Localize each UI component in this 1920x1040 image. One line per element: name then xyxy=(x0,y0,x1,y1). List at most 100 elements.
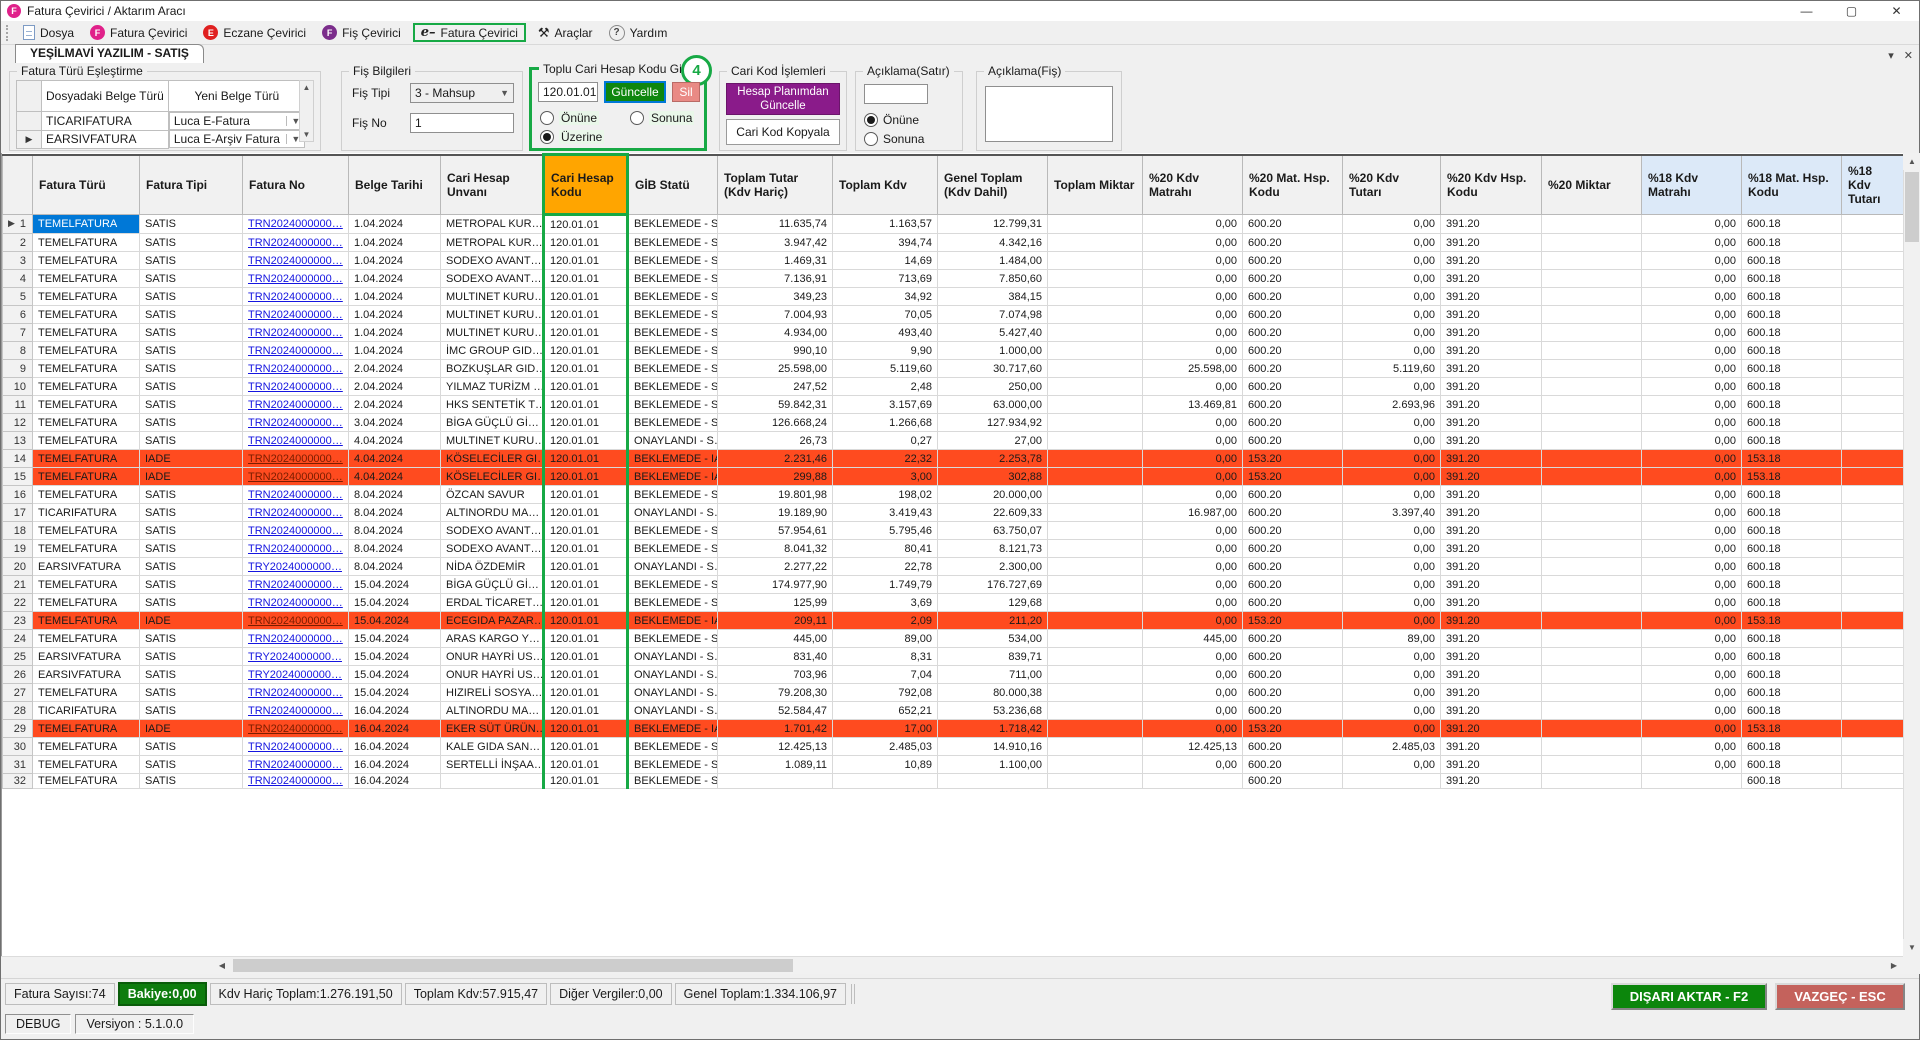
cell-kod[interactable]: 120.01.01 xyxy=(544,558,628,576)
cell-mik20[interactable] xyxy=(1542,486,1642,504)
col-header-tk20[interactable]: %20 Kdv Hsp. Kodu xyxy=(1441,155,1542,215)
cell-tarih[interactable]: 15.04.2024 xyxy=(349,684,441,702)
cell-tutar[interactable]: 1.701,42 xyxy=(718,720,833,738)
row-header[interactable]: 26 xyxy=(3,666,33,684)
cell-m18[interactable]: 0,00 xyxy=(1642,702,1742,720)
cell-t18[interactable] xyxy=(1842,558,1904,576)
cell-mk18[interactable]: 153.18 xyxy=(1742,450,1842,468)
cell-m18[interactable]: 0,00 xyxy=(1642,234,1742,252)
cell-m18[interactable]: 0,00 xyxy=(1642,288,1742,306)
cell-turu[interactable]: TEMELFATURA xyxy=(33,342,140,360)
cell-m18[interactable]: 0,00 xyxy=(1642,378,1742,396)
cell-mk20[interactable]: 600.20 xyxy=(1243,558,1343,576)
cell-mik20[interactable] xyxy=(1542,540,1642,558)
cell-gib[interactable]: BEKLEMEDE - SA… xyxy=(628,414,718,432)
cell-t20[interactable]: 5.119,60 xyxy=(1343,360,1441,378)
cell-no[interactable]: TRN2024000000… xyxy=(243,702,349,720)
cell-kod[interactable]: 120.01.01 xyxy=(544,576,628,594)
cell-tutar[interactable]: 2.231,46 xyxy=(718,450,833,468)
cell-mik20[interactable] xyxy=(1542,342,1642,360)
cell-no[interactable]: TRN2024000000… xyxy=(243,306,349,324)
row-header[interactable]: 12 xyxy=(3,414,33,432)
cell-mk20[interactable]: 153.20 xyxy=(1243,450,1343,468)
cell-tipi[interactable]: SATIS xyxy=(140,702,243,720)
cell-t20[interactable]: 0,00 xyxy=(1343,648,1441,666)
cell-genel[interactable]: 4.342,16 xyxy=(938,234,1048,252)
cell-tutar[interactable]: 247,52 xyxy=(718,378,833,396)
cell-tk20[interactable]: 391.20 xyxy=(1441,270,1542,288)
cell-no[interactable]: TRY2024000000… xyxy=(243,558,349,576)
cell-genel[interactable]: 211,20 xyxy=(938,612,1048,630)
cell-miktar[interactable] xyxy=(1048,720,1143,738)
cell-kod[interactable]: 120.01.01 xyxy=(544,504,628,522)
cell-mk18[interactable]: 600.18 xyxy=(1742,738,1842,756)
cell-t20[interactable] xyxy=(1343,774,1441,789)
cell-unvan[interactable]: SODEXO AVANT… xyxy=(441,522,544,540)
cell-kod[interactable]: 120.01.01 xyxy=(544,270,628,288)
cell-m20[interactable]: 0,00 xyxy=(1143,666,1243,684)
row-header[interactable]: 32 xyxy=(3,774,33,789)
cell-tutar[interactable]: 7.004,93 xyxy=(718,306,833,324)
invoice-link[interactable]: TRN2024000000… xyxy=(248,705,343,717)
row-header[interactable]: 4 xyxy=(3,270,33,288)
cell-kod[interactable]: 120.01.01 xyxy=(544,666,628,684)
cell-miktar[interactable] xyxy=(1048,576,1143,594)
cell-tk20[interactable]: 391.20 xyxy=(1441,252,1542,270)
cell-m20[interactable]: 0,00 xyxy=(1143,252,1243,270)
cell-unvan[interactable]: BOZKUŞLAR GID… xyxy=(441,360,544,378)
cell-m20[interactable]: 0,00 xyxy=(1143,558,1243,576)
cell-no[interactable]: TRN2024000000… xyxy=(243,270,349,288)
cell-kod[interactable]: 120.01.01 xyxy=(544,306,628,324)
cell-tarih[interactable]: 2.04.2024 xyxy=(349,360,441,378)
cell-turu[interactable]: TEMELFATURA xyxy=(33,468,140,486)
cell-turu[interactable]: TEMELFATURA xyxy=(33,576,140,594)
cell-kdv[interactable]: 9,90 xyxy=(833,342,938,360)
cell-no[interactable]: TRN2024000000… xyxy=(243,738,349,756)
cell-tipi[interactable]: SATIS xyxy=(140,576,243,594)
invoice-link[interactable]: TRN2024000000… xyxy=(248,759,343,771)
cell-mk20[interactable]: 600.20 xyxy=(1243,630,1343,648)
cell-unvan[interactable]: SODEXO AVANT… xyxy=(441,540,544,558)
cell-mk18[interactable]: 600.18 xyxy=(1742,540,1842,558)
cell-miktar[interactable] xyxy=(1048,432,1143,450)
cell-tarih[interactable]: 15.04.2024 xyxy=(349,630,441,648)
col-header-t20[interactable]: %20 Kdv Tutarı xyxy=(1343,155,1441,215)
invoice-link[interactable]: TRN2024000000… xyxy=(248,723,343,735)
cell-tutar[interactable]: 11.635,74 xyxy=(718,215,833,234)
mapping-target-combo[interactable]: Luca E-Arşiv Fatura▼ xyxy=(169,130,306,148)
cell-t20[interactable]: 0,00 xyxy=(1343,234,1441,252)
row-header[interactable]: 9 xyxy=(3,360,33,378)
cell-unvan[interactable]: ONUR HAYRİ US… xyxy=(441,648,544,666)
cell-miktar[interactable] xyxy=(1048,270,1143,288)
invoice-link[interactable]: TRN2024000000… xyxy=(248,687,343,699)
cell-mk20[interactable]: 600.20 xyxy=(1243,396,1343,414)
cell-m20[interactable]: 12.425,13 xyxy=(1143,738,1243,756)
cell-mk18[interactable]: 600.18 xyxy=(1742,342,1842,360)
cell-miktar[interactable] xyxy=(1048,612,1143,630)
invoice-link[interactable]: TRN2024000000… xyxy=(248,507,343,519)
cell-t18[interactable] xyxy=(1842,486,1904,504)
row-header[interactable]: 10 xyxy=(3,378,33,396)
cell-m18[interactable]: 0,00 xyxy=(1642,558,1742,576)
cell-mik20[interactable] xyxy=(1542,360,1642,378)
cell-genel[interactable]: 5.427,40 xyxy=(938,324,1048,342)
cell-tk20[interactable]: 391.20 xyxy=(1441,774,1542,789)
cell-mik20[interactable] xyxy=(1542,324,1642,342)
mapping-source-cell[interactable]: TICARIFATURA xyxy=(42,112,169,131)
cell-unvan[interactable]: KÖSELECİLER GI… xyxy=(441,468,544,486)
cell-unvan[interactable]: BİGA GÜÇLÜ Gİ… xyxy=(441,576,544,594)
cell-unvan[interactable]: KALE GIDA SAN… xyxy=(441,738,544,756)
cell-mk20[interactable]: 600.20 xyxy=(1243,756,1343,774)
cell-tipi[interactable]: SATIS xyxy=(140,486,243,504)
cell-t18[interactable] xyxy=(1842,378,1904,396)
cell-kdv[interactable]: 3.157,69 xyxy=(833,396,938,414)
cell-tk20[interactable]: 391.20 xyxy=(1441,468,1542,486)
row-header[interactable]: ▶1 xyxy=(3,215,33,234)
cell-genel[interactable]: 14.910,16 xyxy=(938,738,1048,756)
cell-kdv[interactable]: 652,21 xyxy=(833,702,938,720)
cell-mik20[interactable] xyxy=(1542,612,1642,630)
cell-t20[interactable]: 89,00 xyxy=(1343,630,1441,648)
cell-miktar[interactable] xyxy=(1048,504,1143,522)
col-header-tipi[interactable]: Fatura Tipi xyxy=(140,155,243,215)
cell-mik20[interactable] xyxy=(1542,684,1642,702)
